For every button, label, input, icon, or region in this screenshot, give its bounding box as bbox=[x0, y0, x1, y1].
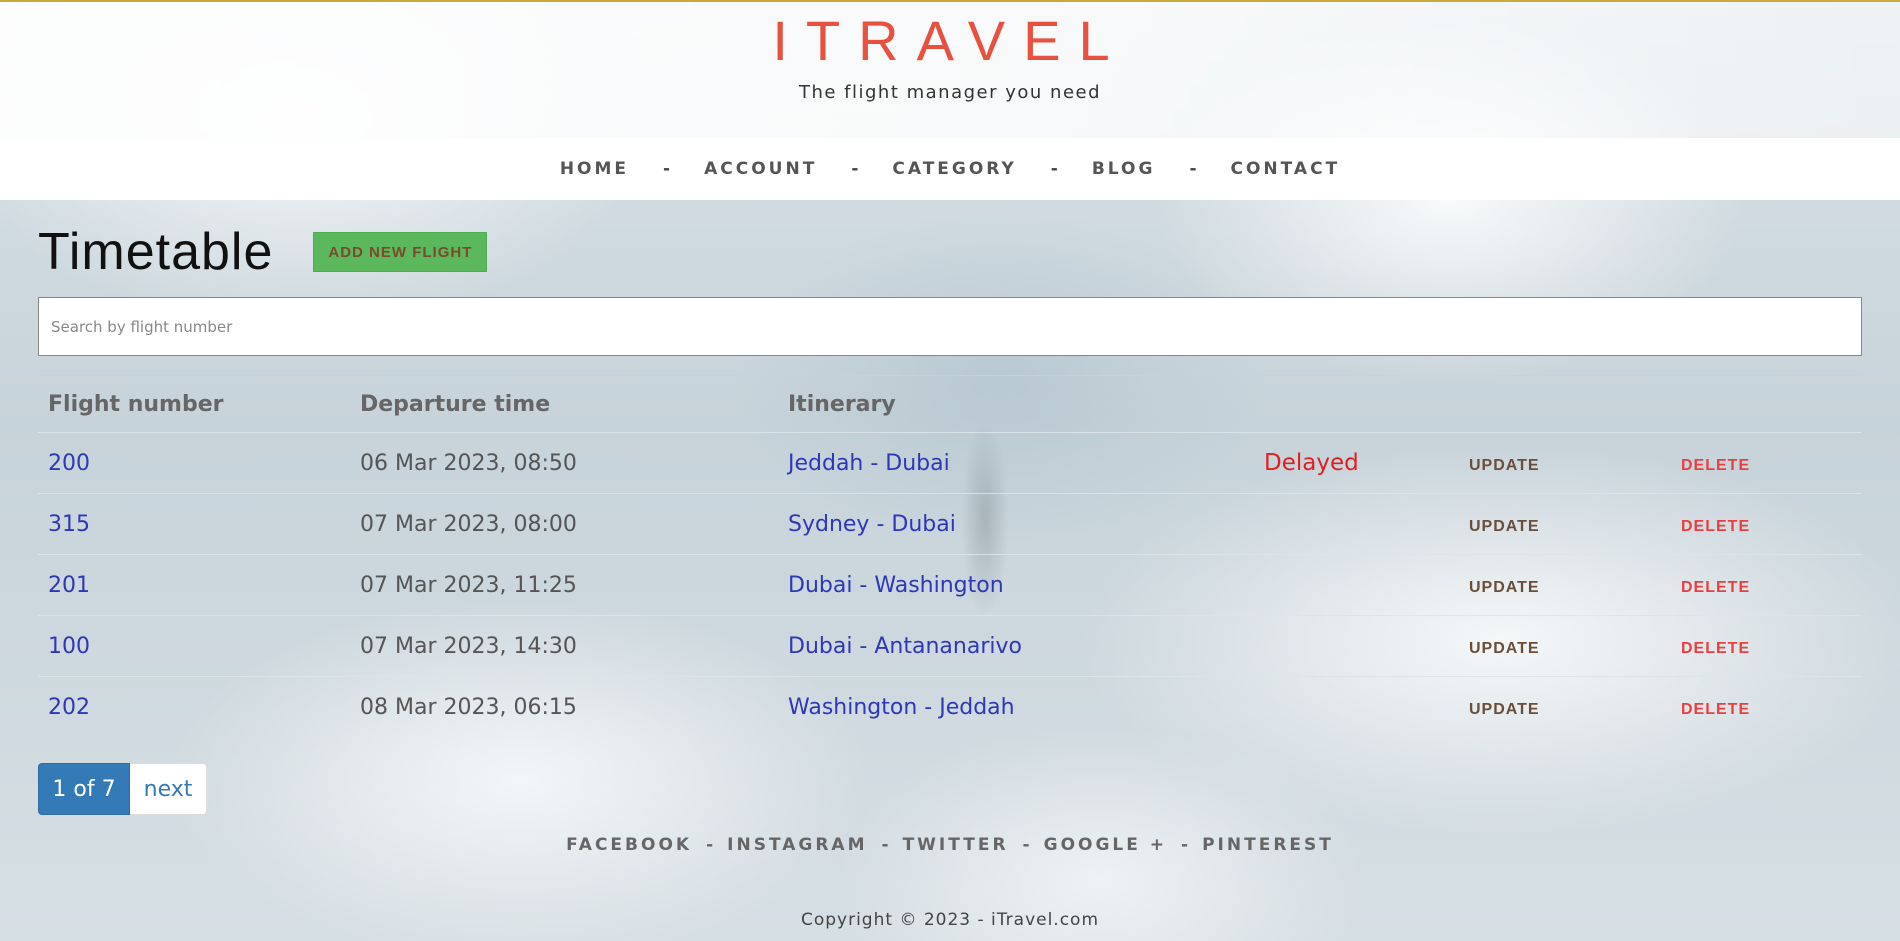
departure-time: 07 Mar 2023, 14:30 bbox=[350, 615, 778, 677]
flight-number-link[interactable]: 200 bbox=[48, 451, 90, 476]
status-badge: Delayed bbox=[1254, 432, 1459, 494]
nav-separator: - bbox=[1050, 159, 1058, 179]
delete-button[interactable]: DELETE bbox=[1681, 579, 1750, 596]
delete-button[interactable]: DELETE bbox=[1681, 640, 1750, 657]
header-itinerary: Itinerary bbox=[778, 375, 1254, 433]
brand-tagline: The flight manager you need bbox=[798, 82, 1102, 103]
social-instagram-link[interactable]: INSTAGRAM bbox=[727, 835, 867, 855]
itinerary-link[interactable]: Dubai - Washington bbox=[788, 573, 1004, 598]
main-nav: HOME - ACCOUNT - CATEGORY - BLOG - CONTA… bbox=[0, 138, 1900, 200]
social-separator: - bbox=[1181, 835, 1189, 855]
flight-number-link[interactable]: 201 bbox=[48, 573, 90, 598]
nav-separator: - bbox=[663, 159, 671, 179]
delete-button[interactable]: DELETE bbox=[1681, 701, 1750, 718]
header-status bbox=[1254, 375, 1459, 433]
site-footer: FACEBOOK - INSTAGRAM - TWITTER - GOOGLE … bbox=[0, 835, 1900, 930]
departure-time: 07 Mar 2023, 08:00 bbox=[350, 493, 778, 555]
social-separator: - bbox=[706, 835, 714, 855]
nav-category[interactable]: CATEGORY bbox=[892, 159, 1016, 179]
delete-button[interactable]: DELETE bbox=[1681, 457, 1750, 474]
copyright-text: Copyright © 2023 - iTravel.com bbox=[800, 910, 1100, 930]
title-row: Timetable ADD NEW FLIGHT bbox=[38, 222, 488, 282]
social-facebook-link[interactable]: FACEBOOK bbox=[566, 835, 692, 855]
pagination-next-button[interactable]: next bbox=[130, 763, 207, 815]
table-row: 315 07 Mar 2023, 08:00 Sydney - Dubai UP… bbox=[38, 493, 1862, 555]
header-departure-time: Departure time bbox=[350, 375, 778, 433]
nav-home[interactable]: HOME bbox=[560, 159, 629, 179]
departure-time: 07 Mar 2023, 11:25 bbox=[350, 554, 778, 616]
update-button[interactable]: UPDATE bbox=[1469, 579, 1540, 596]
update-button[interactable]: UPDATE bbox=[1469, 457, 1540, 474]
update-button[interactable]: UPDATE bbox=[1469, 701, 1540, 718]
table-row: 100 07 Mar 2023, 14:30 Dubai - Antananar… bbox=[38, 615, 1862, 677]
departure-time: 06 Mar 2023, 08:50 bbox=[350, 432, 778, 494]
nav-blog[interactable]: BLOG bbox=[1092, 159, 1156, 179]
social-pinterest-link[interactable]: PINTEREST bbox=[1202, 835, 1334, 855]
itinerary-link[interactable]: Dubai - Antananarivo bbox=[788, 634, 1022, 659]
header-delete bbox=[1671, 375, 1862, 433]
social-separator: - bbox=[1022, 835, 1030, 855]
nav-account[interactable]: ACCOUNT bbox=[704, 159, 817, 179]
itinerary-link[interactable]: Washington - Jeddah bbox=[788, 695, 1015, 720]
header-flight-number: Flight number bbox=[38, 375, 350, 433]
page-title: Timetable bbox=[38, 223, 274, 281]
pagination-current-page: 1 of 7 bbox=[38, 763, 130, 815]
departure-time: 08 Mar 2023, 06:15 bbox=[350, 676, 778, 737]
search-input[interactable] bbox=[38, 297, 1862, 356]
table-row: 202 08 Mar 2023, 06:15 Washington - Jedd… bbox=[38, 676, 1862, 737]
nav-separator: - bbox=[851, 159, 859, 179]
status-badge bbox=[1254, 676, 1459, 737]
site-header: ITRAVEL The flight manager you need bbox=[0, 0, 1900, 138]
update-button[interactable]: UPDATE bbox=[1469, 518, 1540, 535]
flight-number-link[interactable]: 202 bbox=[48, 695, 90, 720]
table-row: 200 06 Mar 2023, 08:50 Jeddah - Dubai De… bbox=[38, 432, 1862, 494]
status-badge bbox=[1254, 554, 1459, 616]
top-accent-line bbox=[0, 0, 1900, 2]
social-google-plus-link[interactable]: GOOGLE + bbox=[1044, 835, 1167, 855]
social-separator: - bbox=[881, 835, 889, 855]
flight-number-link[interactable]: 100 bbox=[48, 634, 90, 659]
status-badge bbox=[1254, 493, 1459, 555]
nav-separator: - bbox=[1189, 159, 1197, 179]
table-header-row: Flight number Departure time Itinerary bbox=[38, 375, 1862, 433]
status-badge bbox=[1254, 615, 1459, 677]
pagination: 1 of 7 next bbox=[38, 763, 207, 815]
itinerary-link[interactable]: Sydney - Dubai bbox=[788, 512, 956, 537]
update-button[interactable]: UPDATE bbox=[1469, 640, 1540, 657]
social-links: FACEBOOK - INSTAGRAM - TWITTER - GOOGLE … bbox=[0, 835, 1900, 855]
flights-table: Flight number Departure time Itinerary 2… bbox=[38, 375, 1862, 737]
nav-contact[interactable]: CONTACT bbox=[1231, 159, 1341, 179]
flight-number-link[interactable]: 315 bbox=[48, 512, 90, 537]
social-twitter-link[interactable]: TWITTER bbox=[903, 835, 1009, 855]
header-update bbox=[1459, 375, 1671, 433]
table-row: 201 07 Mar 2023, 11:25 Dubai - Washingto… bbox=[38, 554, 1862, 616]
delete-button[interactable]: DELETE bbox=[1681, 518, 1750, 535]
itinerary-link[interactable]: Jeddah - Dubai bbox=[788, 451, 950, 476]
add-new-flight-button[interactable]: ADD NEW FLIGHT bbox=[313, 232, 488, 272]
brand-logo[interactable]: ITRAVEL bbox=[0, 8, 1900, 73]
